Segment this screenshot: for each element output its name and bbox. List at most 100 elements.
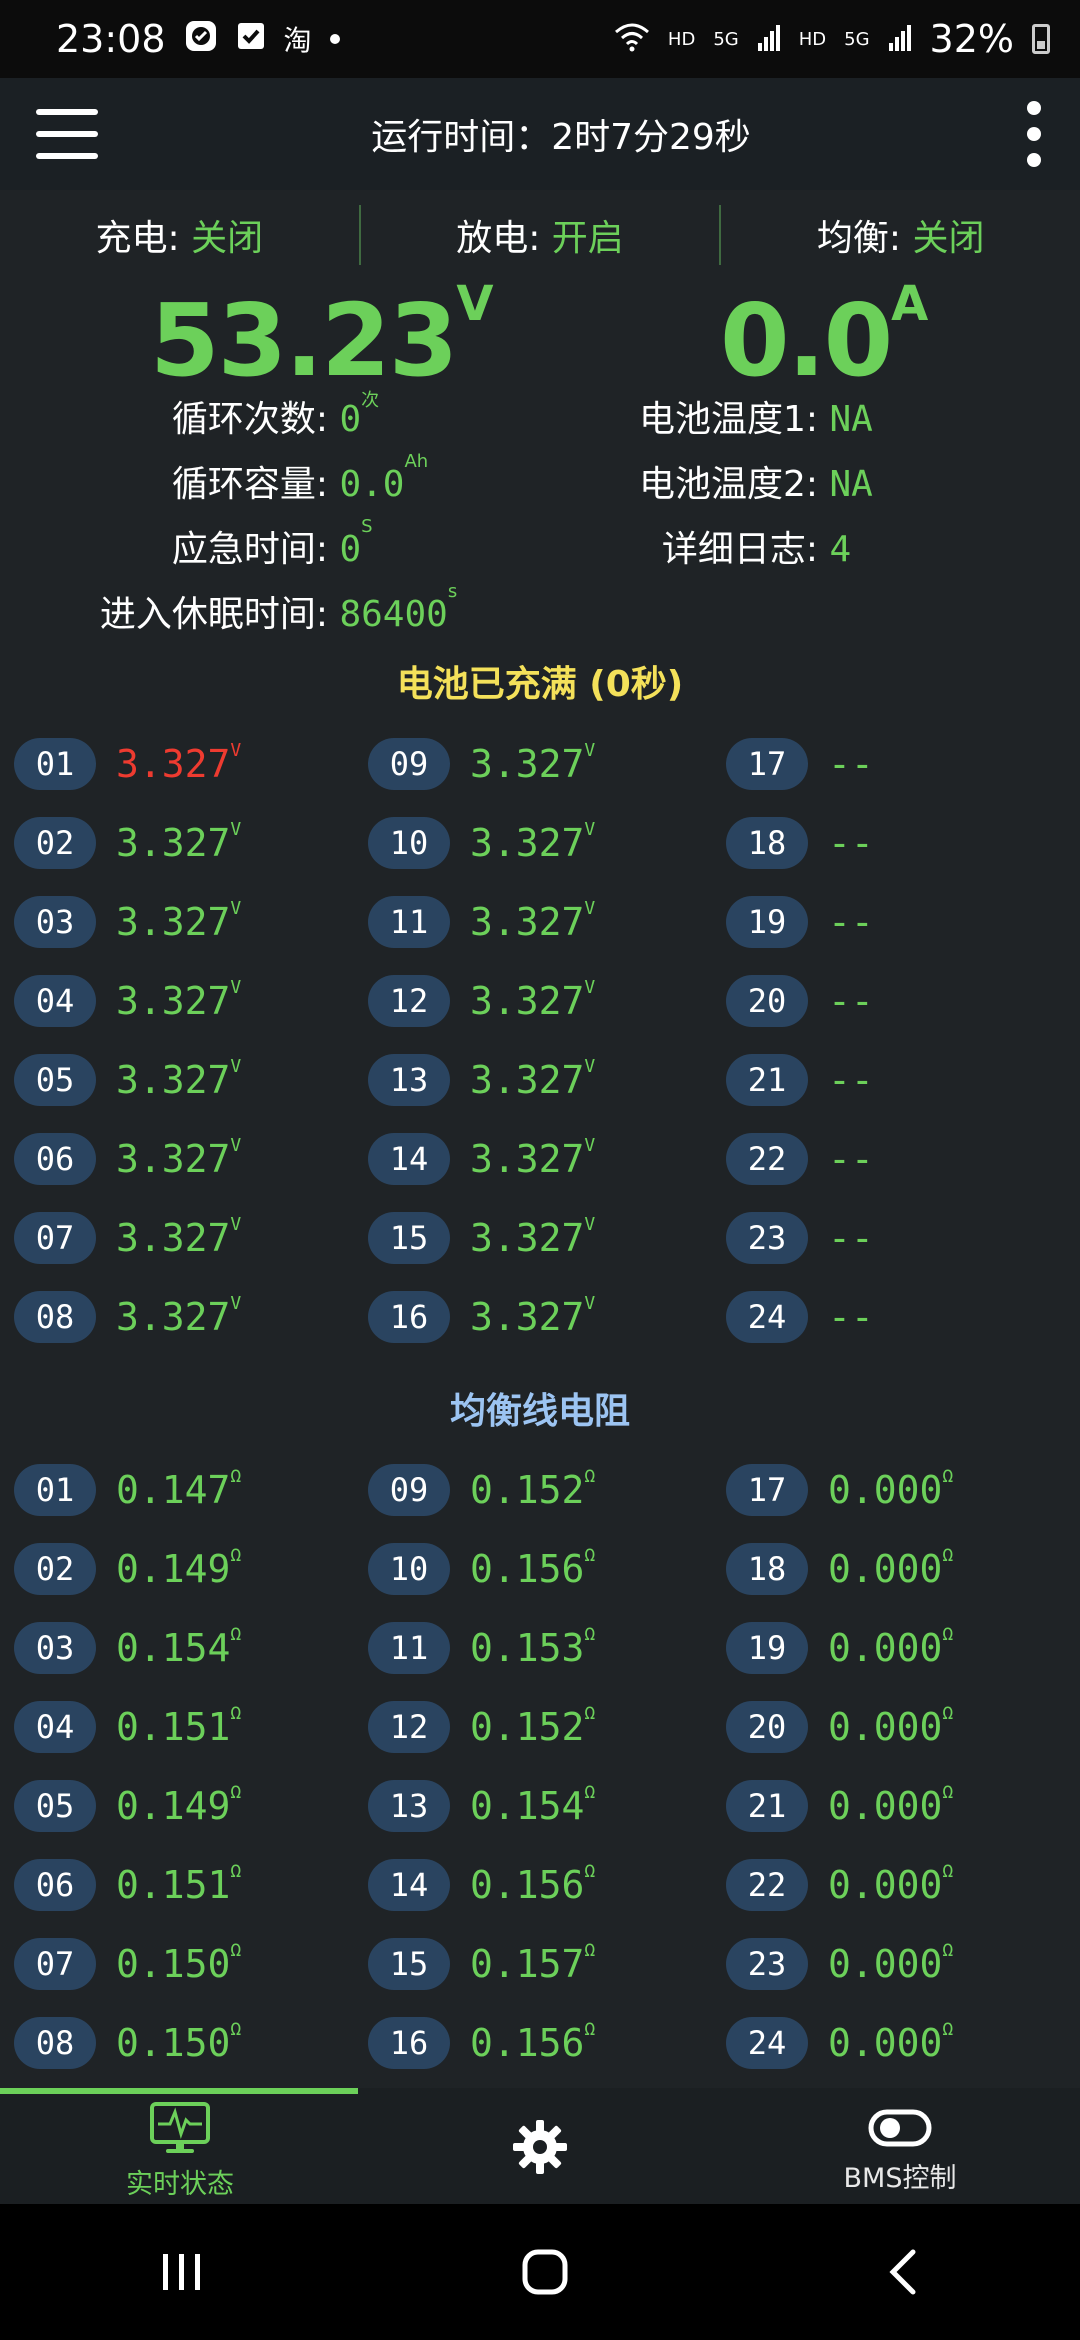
cell-voltage-value-wrap: --: [828, 1216, 874, 1260]
detail-log[interactable]: 详细日志: 4: [0, 520, 851, 572]
resistance-index-badge: 17: [726, 1464, 808, 1516]
tab-realtime-status[interactable]: 实时状态: [0, 2088, 360, 2204]
cell-voltage-cell: 09 3.327V: [368, 736, 595, 792]
voltage-unit: V: [456, 276, 494, 332]
cell-voltage-value-wrap: 3.327V: [116, 1214, 241, 1260]
cell-voltage-value: --: [828, 900, 874, 944]
balance-value: 关闭: [912, 218, 985, 259]
cell-voltage-value-wrap: 3.327V: [116, 898, 241, 944]
cell-voltage-index-badge: 18: [726, 817, 808, 869]
resistance-index-badge: 08: [14, 2017, 96, 2069]
cell-voltage-index-badge: 20: [726, 975, 808, 1027]
cell-voltage-index-badge: 21: [726, 1054, 808, 1106]
cell-voltage-value: 3.327: [470, 1295, 585, 1339]
cell-voltage-value-wrap: --: [828, 1058, 874, 1102]
cell-voltage-unit: V: [584, 1293, 596, 1314]
cell-voltage-value: --: [828, 1137, 874, 1181]
resistance-unit: Ω: [942, 2019, 954, 2040]
resistance-value-wrap: 0.151Ω: [116, 1703, 242, 1749]
resistance-value: 0.156: [470, 1547, 585, 1591]
resistance-value-wrap: 0.149Ω: [116, 1782, 241, 1828]
cell-voltage-value: 3.327: [470, 979, 585, 1023]
resistance-value: 0.000: [828, 1705, 943, 1749]
resistance-index-badge: 06: [14, 1859, 96, 1911]
voltage-value: 53.23: [150, 282, 458, 399]
cell-voltage-cell: 10 3.327V: [368, 815, 595, 871]
menu-icon[interactable]: [36, 109, 98, 159]
cell-voltage-value-wrap: 3.327V: [470, 740, 595, 786]
sleep-time: 进入休眠时间: 86400s: [0, 581, 457, 637]
resistance-index-badge: 02: [14, 1543, 96, 1595]
cell-voltage-cell: 07 3.327V: [14, 1210, 241, 1266]
cell-voltage-index-badge: 06: [14, 1133, 96, 1185]
resistance-index-badge: 14: [368, 1859, 450, 1911]
status-bar: 23:08 淘 HD 5G HD 5G 32%: [0, 0, 1080, 78]
cell-voltage-cell: 06 3.327V: [14, 1131, 241, 1187]
resistance-cell: 03 0.154Ω: [14, 1620, 241, 1676]
resistance-cell: 24 0.000Ω: [726, 2015, 953, 2071]
resistance-index-badge: 12: [368, 1701, 450, 1753]
resistance-cell: 21 0.000Ω: [726, 1778, 953, 1834]
tab-bms-control[interactable]: BMS控制: [720, 2088, 1080, 2204]
resistance-cell: 05 0.149Ω: [14, 1778, 241, 1834]
cell-voltage-value-wrap: --: [828, 900, 874, 944]
resistance-value: 0.149: [116, 1784, 231, 1828]
resistance-unit: Ω: [942, 1861, 954, 1882]
cell-voltage-index-badge: 01: [14, 738, 96, 790]
clock: 23:08: [56, 17, 166, 61]
resistance-value-wrap: 0.149Ω: [116, 1545, 241, 1591]
resistance-index-badge: 21: [726, 1780, 808, 1832]
cell-voltage-index-badge: 02: [14, 817, 96, 869]
back-icon[interactable]: [883, 2247, 923, 2297]
resistance-value: 0.150: [116, 2021, 231, 2065]
home-icon[interactable]: [520, 2247, 570, 2297]
cell-voltage-cell: 11 3.327V: [368, 894, 595, 950]
recent-apps-icon[interactable]: [157, 2250, 207, 2294]
resistance-value: 0.000: [828, 1626, 943, 1670]
cell-voltage-cell: 18 --: [726, 815, 874, 871]
resistance-value: 0.153: [470, 1626, 585, 1670]
cell-voltage-unit: V: [584, 819, 596, 840]
cell-voltage-value-wrap: 3.327V: [470, 1293, 596, 1339]
cells-section-title: 电池已充满 (0秒): [396, 664, 684, 705]
resistance-section-title: 均衡线电阻: [449, 1391, 630, 1432]
resistance-value-wrap: 0.156Ω: [470, 1861, 595, 1907]
resistance-cell: 13 0.154Ω: [368, 1778, 595, 1834]
resistance-value: 0.156: [470, 1863, 585, 1907]
cell-voltage-cell: 20 --: [726, 973, 874, 1029]
cell-voltage-cell: 19 --: [726, 894, 874, 950]
more-options-icon[interactable]: [1024, 101, 1044, 167]
resistance-value-wrap: 0.000Ω: [828, 1782, 953, 1828]
cell-voltage-cell: 12 3.327V: [368, 973, 595, 1029]
resistance-unit: Ω: [230, 1703, 242, 1724]
sleep-time-label: 进入休眠时间:: [99, 594, 328, 635]
cell-voltage-value-wrap: 3.327V: [116, 1135, 241, 1181]
resistance-unit: Ω: [942, 1703, 954, 1724]
resistance-value: 0.000: [828, 1784, 943, 1828]
cell-voltage-value: 3.327: [116, 900, 231, 944]
battery-icon: [1032, 24, 1050, 54]
cell-voltage-index-badge: 09: [368, 738, 450, 790]
total-current: 0.0A: [720, 276, 928, 399]
resistance-value-wrap: 0.000Ω: [828, 1703, 954, 1749]
resistance-unit: Ω: [584, 1703, 596, 1724]
resistance-unit: Ω: [230, 1861, 242, 1882]
cell-voltage-unit: V: [230, 1056, 242, 1077]
cell-voltage-cell: 21 --: [726, 1052, 874, 1108]
resistance-value-wrap: 0.000Ω: [828, 2019, 954, 2065]
sleep-time-unit: s: [447, 581, 458, 602]
resistance-unit: Ω: [584, 1466, 596, 1487]
cell-voltage-cell: 16 3.327V: [368, 1289, 595, 1345]
cell-voltage-unit: V: [584, 1135, 596, 1156]
resistance-value: 0.151: [116, 1863, 231, 1907]
cell-voltage-value-wrap: 3.327V: [116, 819, 241, 865]
resistance-index-badge: 23: [726, 1938, 808, 1990]
resistance-unit: Ω: [942, 1940, 954, 1961]
cell-voltage-cell: 03 3.327V: [14, 894, 241, 950]
cell-voltage-index-badge: 22: [726, 1133, 808, 1185]
tab-settings[interactable]: [360, 2088, 720, 2204]
resistance-value-wrap: 0.000Ω: [828, 1624, 953, 1670]
resistance-value: 0.154: [470, 1784, 585, 1828]
cell-voltage-value: 3.327: [116, 1216, 231, 1260]
resistance-value-wrap: 0.000Ω: [828, 1545, 953, 1591]
